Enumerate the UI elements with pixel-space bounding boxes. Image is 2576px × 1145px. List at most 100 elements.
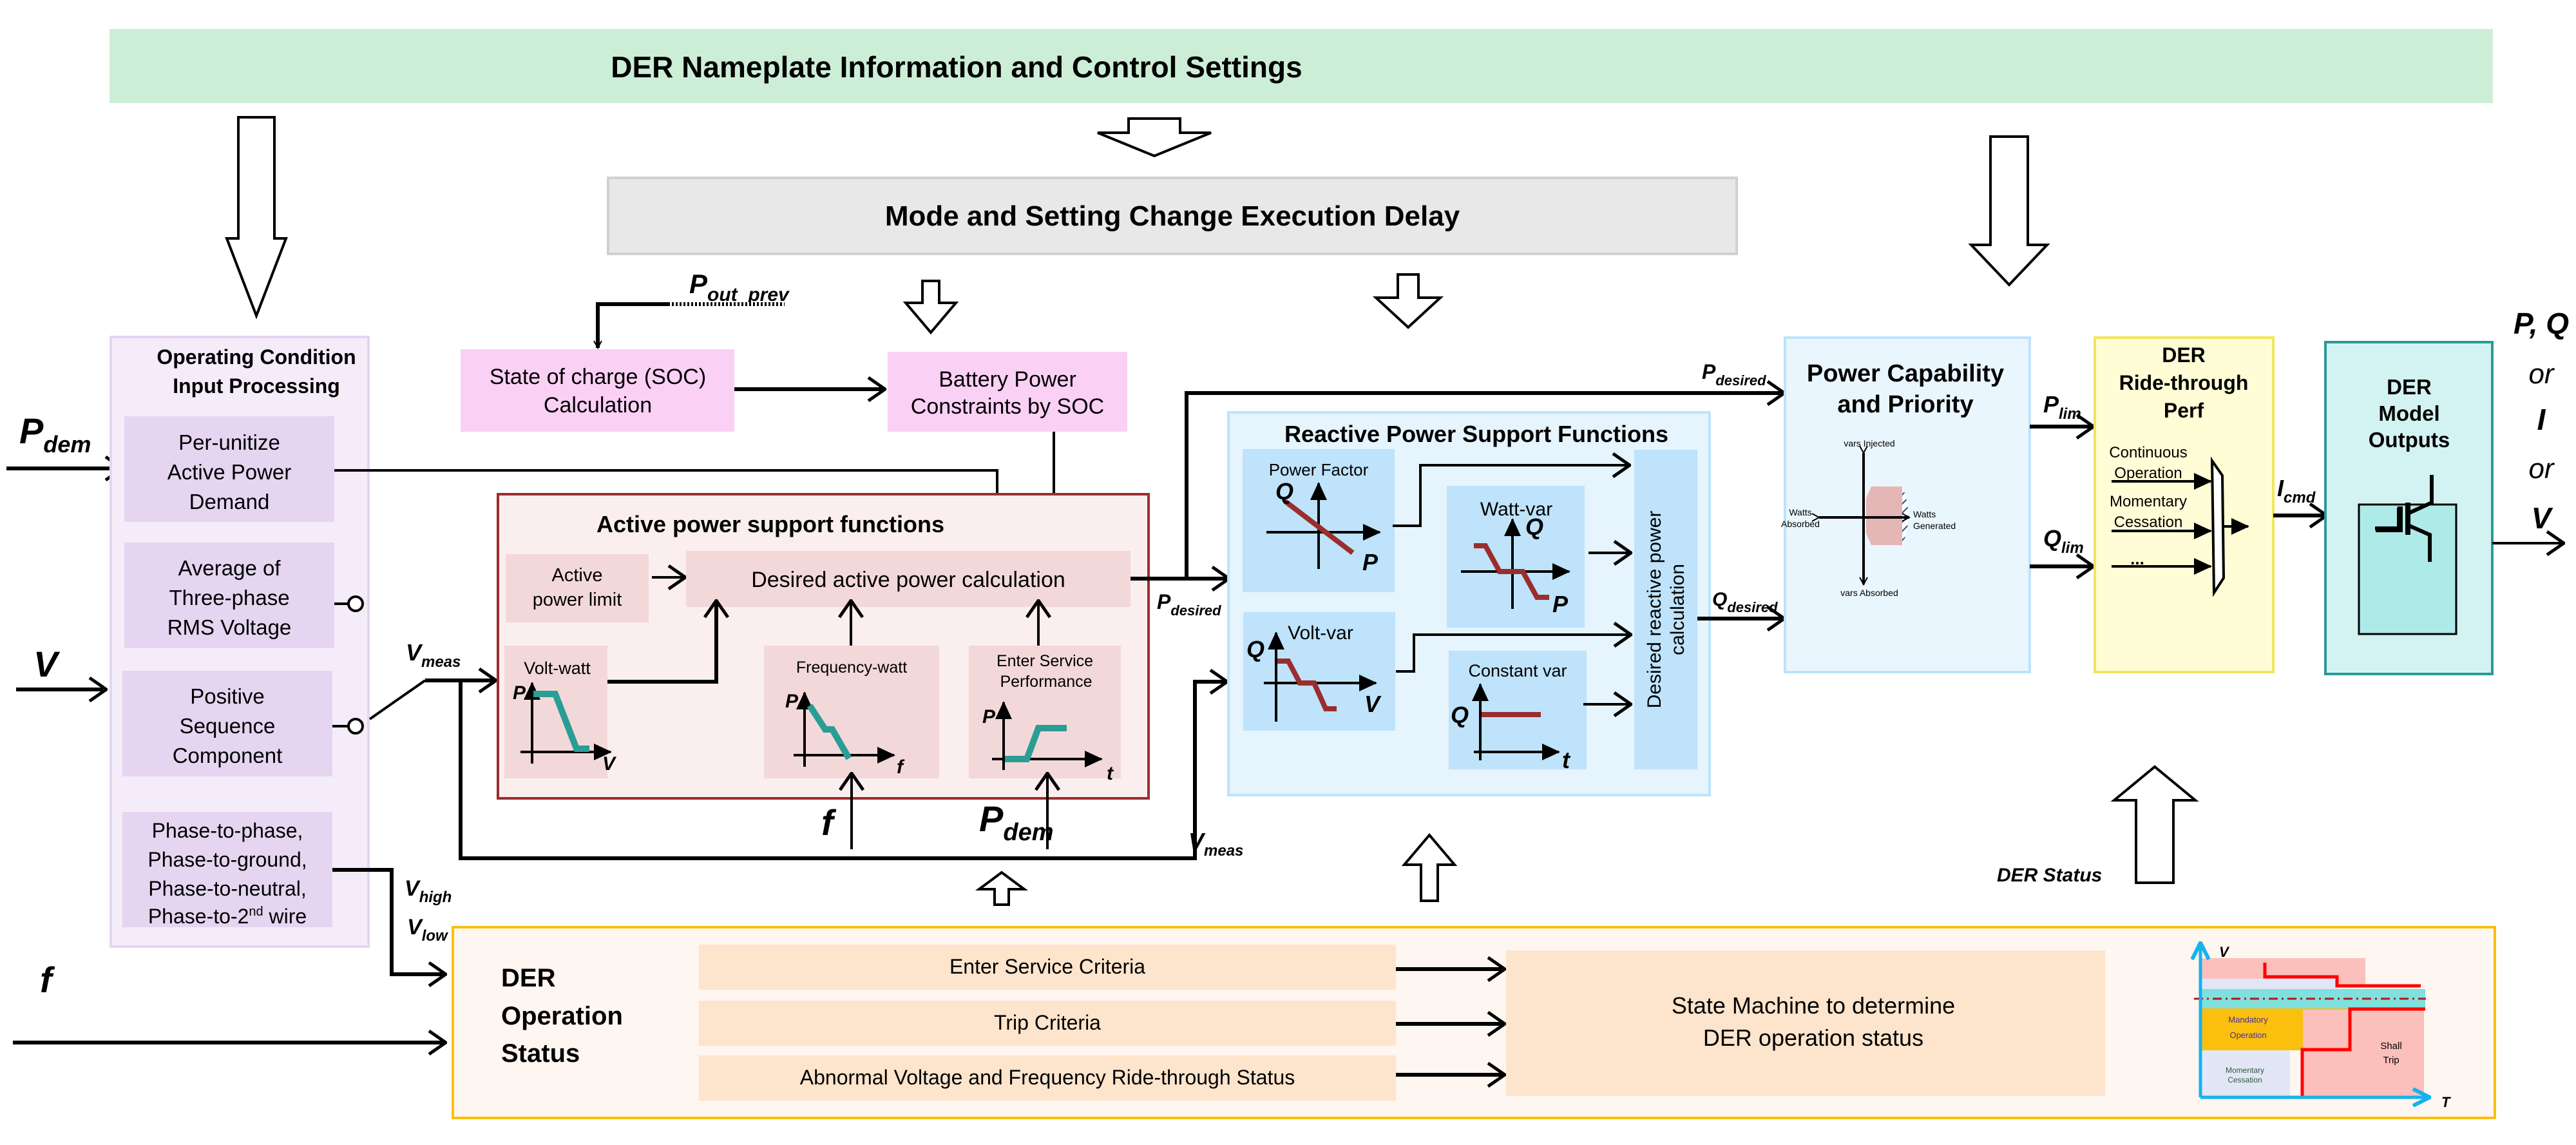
vv-x-label: V [1364, 691, 1382, 717]
block-arrow-up-icon [975, 871, 1029, 906]
output-or-1: or [2528, 358, 2555, 390]
phase-line1: Phase-to-phase, [152, 819, 303, 842]
execution-delay-title: Mode and Setting Change Execution Delay [885, 200, 1460, 232]
operating-condition-panel: Operating Condition Input Processing Per… [110, 336, 370, 948]
block-arrow-up-icon [1401, 832, 1458, 902]
label-v-meas: Vmeas [406, 639, 461, 671]
active-limit-line1: Active [552, 565, 603, 586]
ride-title-line2: Ride-through [2119, 371, 2249, 394]
capability-operating-region [1866, 486, 1902, 545]
block-arrow-down-icon [225, 116, 288, 320]
ride-region-cessation: Cessation [2228, 1075, 2262, 1084]
desired-active-calc-label: Desired active power calculation [751, 568, 1065, 592]
per-unitize-line2: Active Power [167, 460, 292, 484]
nameplate-banner-title: DER Nameplate Information and Control Se… [611, 50, 1302, 84]
output-i: I [2537, 403, 2546, 436]
status-title-line2: Operation [501, 1002, 623, 1030]
ride-input-momentary-1: Momentary [2110, 493, 2187, 510]
capability-title-line2: and Priority [1837, 391, 1973, 418]
battery-constraints-box: Battery Power Constraints by SOC [888, 352, 1127, 432]
output-or-2: or [2528, 453, 2555, 485]
label-v-high: Vhigh [405, 876, 452, 906]
block-arrow-down-icon [1097, 117, 1212, 158]
block-arrow-down-icon [1968, 135, 2050, 287]
model-title-line1: DER [2387, 375, 2432, 399]
model-output-labels: P, Q or I or V [2514, 307, 2569, 535]
switch-contact-icon [347, 718, 364, 735]
input-f: f [40, 959, 55, 1000]
per-unitize-line3: Demand [189, 490, 270, 514]
ride-chart-t-label: T [2441, 1094, 2451, 1110]
soc-calculation-box: State of charge (SOC) Calculation [461, 349, 734, 432]
trip-criteria-label: Trip Criteria [994, 1011, 1101, 1034]
phase-line2: Phase-to-ground, [148, 848, 307, 871]
status-title-line1: DER [501, 964, 556, 992]
ride-chart-v-label: V [2219, 944, 2230, 960]
ride-input-momentary-2: Cessation [2114, 514, 2183, 531]
label-p-out-prev: Pout_prev [689, 269, 790, 305]
volt-watt-y-label: P [513, 682, 526, 704]
constant-var-title: Constant var [1468, 661, 1567, 680]
capability-label-bottom: vars Absorbed [1840, 588, 1898, 598]
vv-y-label: Q [1246, 636, 1264, 662]
lower-trip-step [2303, 1010, 2351, 1050]
output-pq: P, Q [2514, 307, 2569, 340]
ride-title-line3: Perf [2164, 399, 2204, 422]
ride-region-momentary: Momentary [2226, 1066, 2264, 1075]
desired-reactive-calc-line2: calculation [1667, 564, 1688, 655]
state-machine-block [1506, 950, 2105, 1096]
rms-line3: RMS Voltage [167, 615, 292, 639]
ride-input-continuous-2: Operation [2114, 465, 2182, 482]
execution-delay-box: Mode and Setting Change Execution Delay [607, 177, 1738, 255]
enter-service-title-line1: Enter Service [997, 652, 1093, 670]
volt-var-title: Volt-var [1288, 622, 1353, 644]
label-p-dem-in: Pdem [979, 798, 1054, 846]
pos-seq-line3: Component [173, 744, 283, 767]
ride-through-panel: DER Ride-through Perf Continuous Operati… [2094, 336, 2275, 673]
ride-region-mandatory: Mandatory [2228, 1015, 2268, 1025]
wv-y-label: Q [1525, 514, 1543, 540]
label-f-in: f [821, 802, 837, 843]
rms-line2: Three-phase [169, 586, 289, 610]
volt-watt-title: Volt-watt [524, 659, 591, 678]
rms-line1: Average of [178, 556, 281, 580]
capability-label-top: vars Injected [1844, 438, 1894, 448]
ride-title-line1: DER [2162, 343, 2206, 367]
cv-y-label: Q [1451, 702, 1469, 728]
label-v-low: Vlow [407, 915, 448, 945]
pos-seq-line1: Positive [190, 684, 265, 708]
multiplexer-icon [2210, 456, 2226, 597]
active-panel-title: Active power support functions [596, 511, 944, 537]
input-p-dem: Pdem [19, 410, 91, 457]
label-p-lim: Plim [2043, 391, 2081, 423]
operation-status-panel: DER Operation Status Enter Service Crite… [452, 926, 2496, 1119]
enter-service-criteria-label: Enter Service Criteria [949, 955, 1145, 978]
active-power-panel: Active power support functions Active po… [497, 493, 1150, 800]
input-v: V [33, 644, 61, 684]
capability-label-left-2: Absorbed [1781, 519, 1820, 529]
der-model-block-diagram: DER Nameplate Information and Control Se… [6, 29, 2569, 1119]
pf-x-label: P [1362, 549, 1379, 575]
pf-y-label: Q [1275, 478, 1293, 505]
active-limit-block [506, 554, 649, 622]
block-arrow-down-icon [1372, 273, 1444, 329]
per-unitize-line1: Per-unitize [178, 430, 280, 454]
volt-watt-x-label: V [602, 753, 617, 775]
switch-contact-icon [347, 595, 364, 612]
reactive-power-panel: Reactive Power Support Functions Power F… [1227, 411, 1711, 796]
pos-seq-line2: Sequence [180, 714, 276, 738]
block-arrow-up-icon [2110, 765, 2199, 884]
status-title-line3: Status [501, 1039, 580, 1068]
active-limit-line2: power limit [533, 590, 622, 610]
enter-service-title-line2: Performance [1000, 673, 1092, 691]
state-machine-line2: DER operation status [1703, 1025, 1923, 1051]
ride-region-shall: Shall [2380, 1041, 2401, 1052]
block-arrow-down-icon [902, 280, 959, 335]
state-machine-line1: State Machine to determine [1672, 992, 1955, 1019]
capability-label-left-1: Watts [1789, 507, 1811, 517]
soc-label-line2: Calculation [544, 393, 652, 418]
freq-watt-y-label: P [785, 691, 799, 712]
soc-label-line1: State of charge (SOC) [490, 365, 706, 389]
label-q-lim: Qlim [2043, 525, 2084, 557]
ride-region-operation: Operation [2229, 1030, 2266, 1040]
